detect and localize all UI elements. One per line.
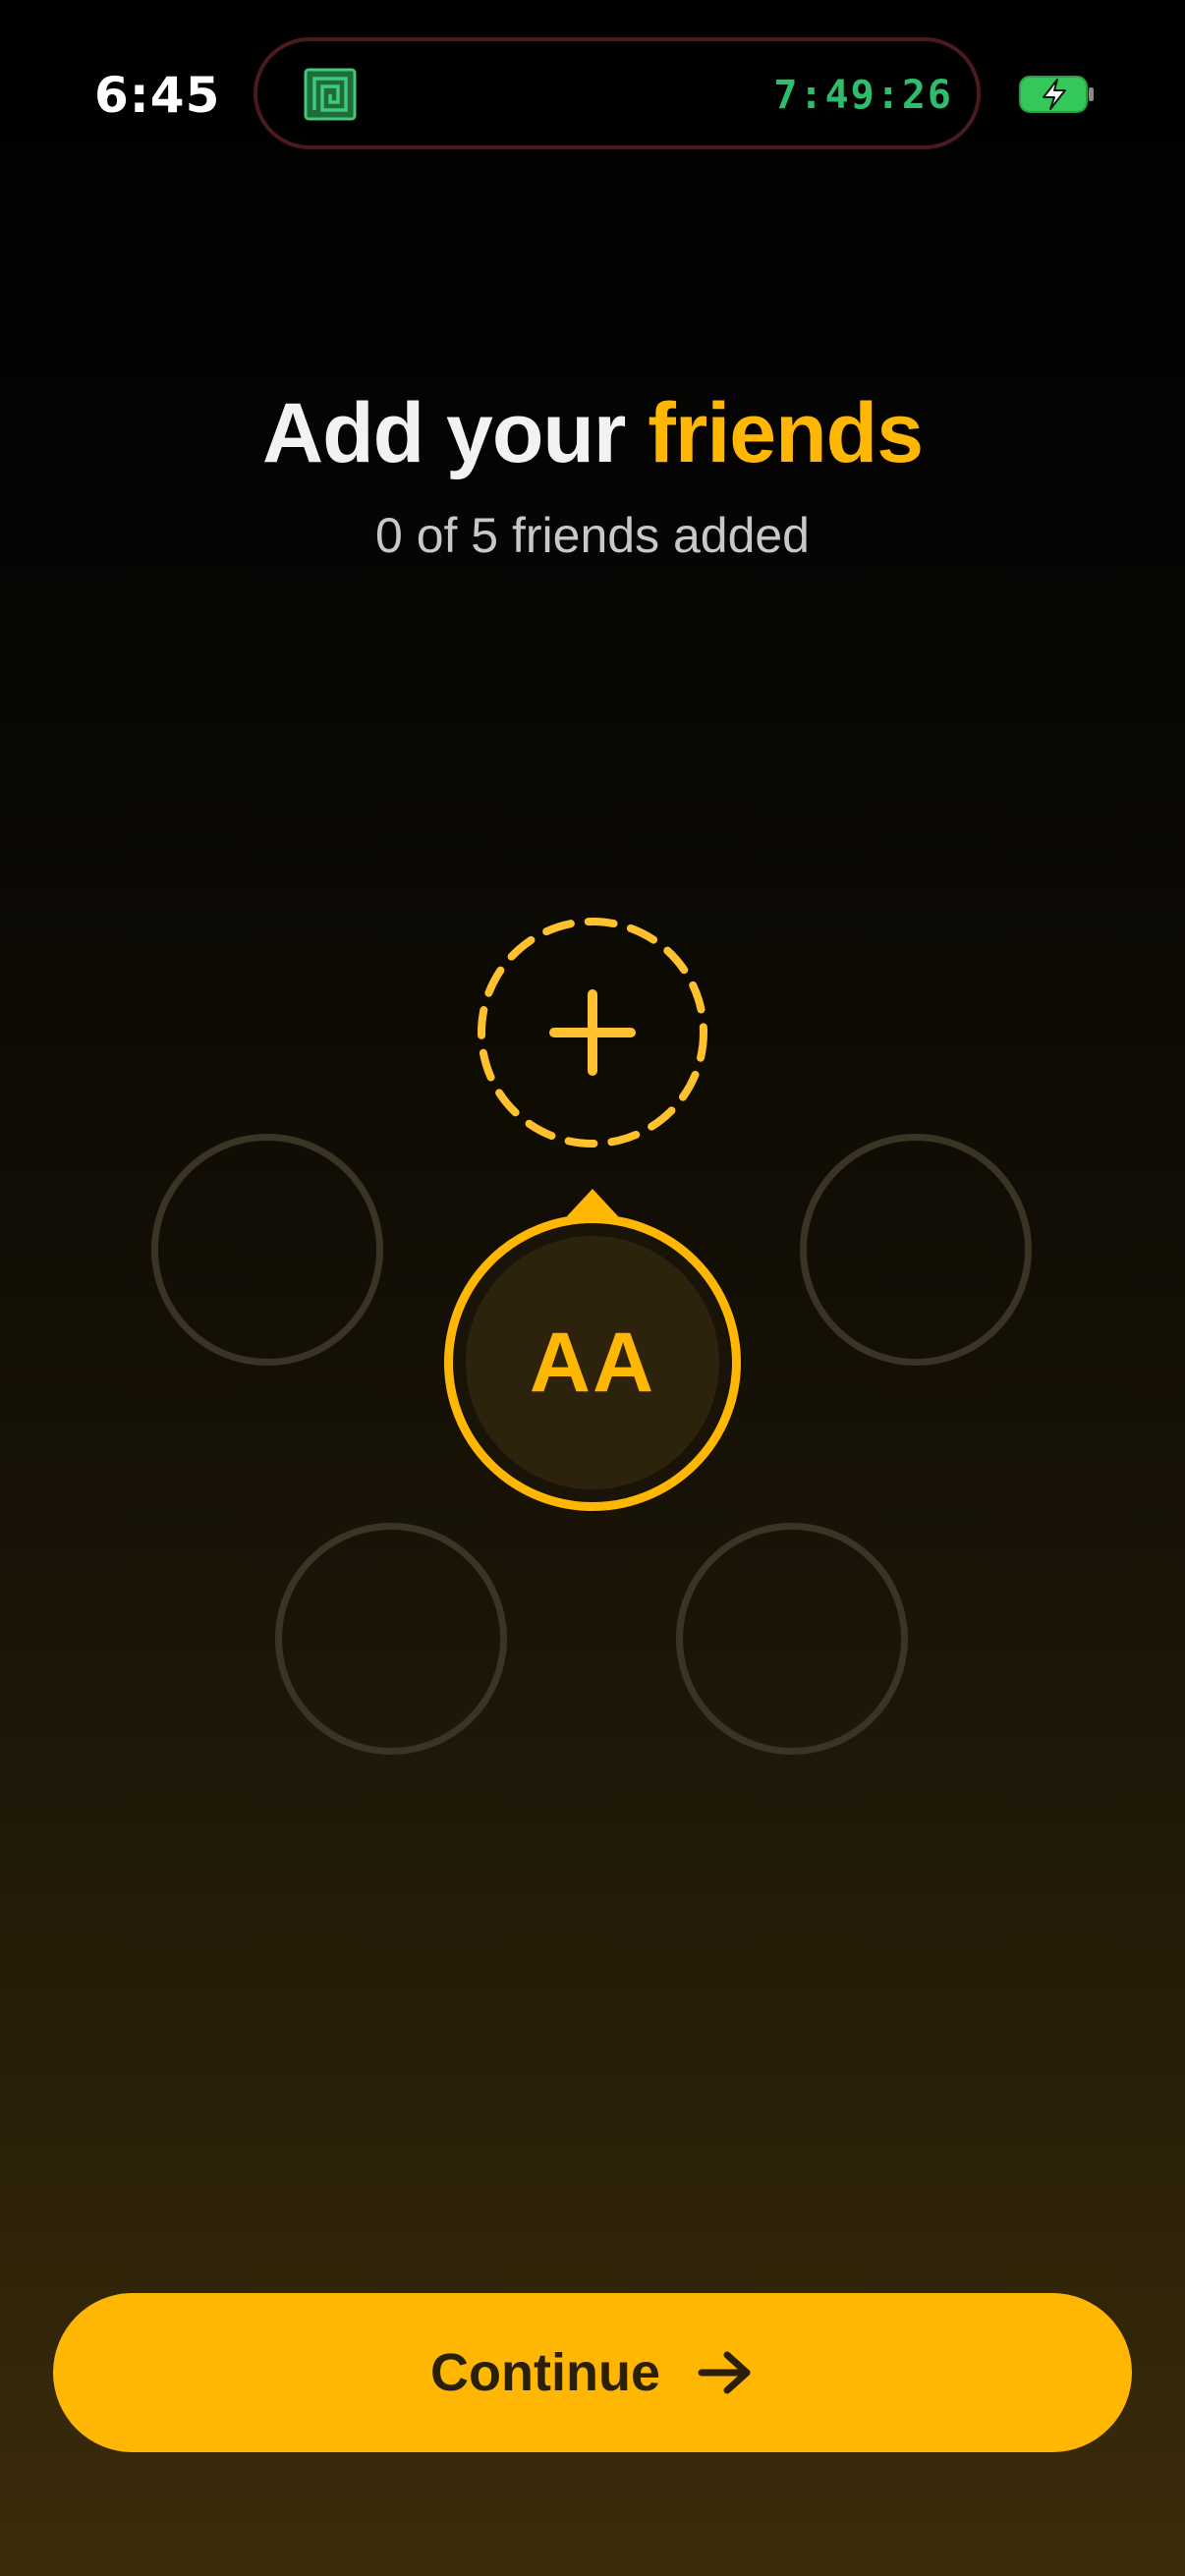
friends-added-count: 0 of 5 friends added	[375, 508, 810, 563]
page-title-part1: Add your	[261, 386, 649, 480]
friend-slot-empty[interactable]	[151, 1134, 383, 1366]
friend-slot-empty[interactable]	[676, 1523, 908, 1755]
plus-icon	[549, 989, 636, 1076]
page-title-highlight: friends	[648, 386, 924, 480]
arrow-right-icon	[698, 2351, 751, 2394]
continue-button[interactable]: Continue	[53, 2293, 1132, 2452]
user-initials: AA	[529, 1316, 656, 1410]
page-title: Add your friends	[0, 385, 1185, 482]
friend-slot-empty[interactable]	[800, 1134, 1032, 1366]
dynamic-island[interactable]: 7:49:26	[254, 37, 981, 149]
continue-label: Continue	[430, 2343, 660, 2402]
friend-slot-empty[interactable]	[275, 1523, 507, 1755]
battery-charging-icon	[1019, 76, 1094, 113]
spiral-app-icon	[304, 68, 357, 121]
avatar-pointer	[567, 1189, 618, 1216]
user-avatar: AA	[444, 1214, 741, 1511]
status-time: 6:45	[94, 67, 221, 124]
add-friend-button[interactable]	[476, 916, 709, 1149]
live-activity-timer: 7:49:26	[773, 73, 953, 118]
